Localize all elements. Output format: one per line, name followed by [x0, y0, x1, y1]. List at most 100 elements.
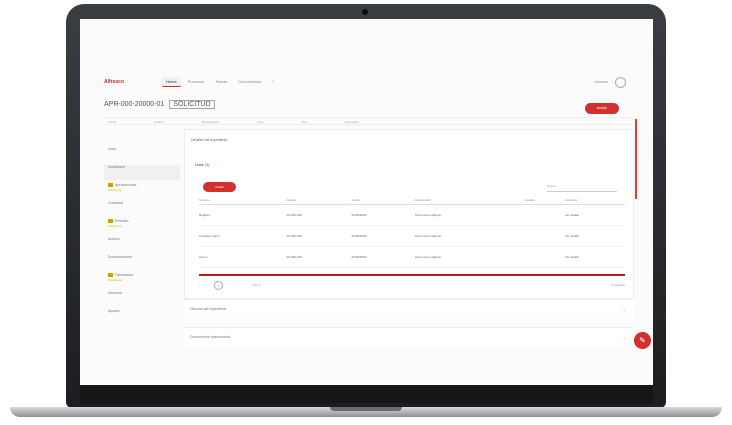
panel-count: (3)	[204, 162, 210, 167]
edit-fab-button[interactable]: ✎	[634, 332, 651, 349]
laptop-chin	[80, 385, 653, 403]
nav-item-tasks[interactable]: Tareas	[211, 77, 231, 87]
nav-item-documents[interactable]: Documentos	[234, 77, 264, 87]
table-cell: 00-000-000	[286, 204, 352, 226]
column-header[interactable]: Nombre	[199, 196, 287, 205]
laptop-screen: Alfresco Home Procesos Tareas Documentos…	[80, 19, 653, 385]
nav-item-add[interactable]: +	[268, 77, 278, 87]
sidebar-item-label: Archivo	[108, 237, 120, 241]
table-cell: 00/00/0000	[351, 204, 416, 226]
chevron-down-icon[interactable]: ⌄	[623, 335, 626, 340]
sidebar-item-label: Solicitudes	[108, 165, 125, 169]
sidebar-item-documentation[interactable]: Documentación	[104, 255, 180, 270]
toolbar-item[interactable]: Resultado	[345, 120, 359, 124]
sidebar-item-reports[interactable]: Informes	[104, 291, 180, 306]
column-header[interactable]: Fecha	[351, 196, 416, 205]
folder-icon	[108, 273, 113, 278]
current-page[interactable]: 1	[214, 280, 223, 290]
sidebar-item-label: Facturación	[115, 273, 134, 277]
sidebar-item-status: Pendiente	[108, 278, 122, 283]
table-cell: Anexo	[199, 246, 287, 268]
sidebar-item-settings[interactable]: Ajustes	[104, 309, 180, 324]
page-title: APR-000-20000-01 SOLICITUD	[104, 100, 215, 109]
sidebar-item[interactable]	[104, 129, 180, 144]
top-navbar: Alfresco Home Procesos Tareas Documentos…	[104, 77, 634, 91]
sidebar-item-label: Documentación	[108, 255, 133, 259]
app-logo[interactable]: Alfresco	[104, 79, 124, 85]
sidebar-item-approvals[interactable]: Aprobaciones Pendiente	[104, 183, 180, 198]
table-cell: 00/00/0000	[351, 246, 416, 268]
laptop-scene: Alfresco Home Procesos Tareas Documentos…	[0, 0, 732, 425]
toolbar-item[interactable]: Estado	[154, 120, 163, 124]
search-input[interactable]: Buscar	[547, 184, 617, 192]
scrollbar[interactable]	[635, 119, 637, 199]
sidebar-item-billing[interactable]: Facturación Pendiente	[104, 273, 180, 288]
section-related-documents[interactable]: Documentos relacionados ⌄	[184, 327, 634, 347]
table-cell: Documento adjunto	[415, 225, 526, 247]
page-title-ref: SOLICITUD	[169, 100, 215, 109]
table-cell: Documento adjunto	[415, 204, 526, 226]
chevron-down-icon[interactable]: ⌄	[623, 307, 626, 312]
sidebar-item-status: Pendiente	[108, 224, 122, 229]
section-label: Historial del expediente	[190, 307, 227, 311]
user-name[interactable]: Usuario	[594, 79, 608, 84]
webcam	[362, 9, 368, 15]
folder-icon	[108, 183, 113, 188]
table-cell-link[interactable]: Ver detalle	[564, 246, 625, 268]
sidebar-item-requests[interactable]: Solicitudes	[104, 165, 180, 180]
nav-item-processes[interactable]: Procesos	[184, 77, 209, 87]
panel-header: Detalles del expediente	[191, 138, 228, 142]
sidebar-item-home[interactable]: Inicio	[104, 147, 180, 162]
table-cell: Documento adjunto	[415, 246, 526, 268]
sidebar-item-review[interactable]: Revisión Pendiente	[104, 219, 180, 234]
nav-item-home[interactable]: Home	[162, 77, 181, 87]
avatar[interactable]	[615, 77, 626, 88]
toolbar-item[interactable]: Área	[257, 120, 263, 124]
table-cell	[525, 246, 565, 268]
pager-total: 3 registros	[610, 283, 625, 287]
column-header[interactable]: Descripción	[415, 196, 526, 205]
table-row[interactable]: Anexo 00-000-000 00/00/0000 Documento ad…	[199, 246, 625, 268]
app-window: Alfresco Home Procesos Tareas Documentos…	[80, 19, 653, 385]
table-divider	[199, 274, 625, 276]
main-nav: Home Procesos Tareas Documentos +	[162, 77, 278, 87]
table-cell-link[interactable]: Ver detalle	[564, 225, 625, 247]
table-row[interactable]: Contrato marco 00-000-000 00/00/0000 Doc…	[199, 225, 625, 247]
toolbar-item[interactable]: Fecha	[108, 120, 116, 124]
column-header[interactable]: Acciones	[564, 196, 625, 205]
toolbar-item[interactable]: Responsable	[202, 120, 220, 124]
laptop-base-notch	[330, 407, 402, 411]
panel-subtitle-text: Lista	[195, 162, 204, 167]
next-page-icon[interactable]: ›	[237, 283, 238, 287]
sidebar-item-label: Aprobaciones	[115, 183, 137, 187]
sidebar-item-label: Ajustes	[108, 309, 120, 313]
table-cell	[525, 225, 565, 247]
sidebar-item-contracts[interactable]: Contratos	[104, 201, 180, 216]
pagination: ‹ 1 › 1 de 3 3 registros	[199, 280, 625, 290]
primary-action-button[interactable]: Acción	[585, 103, 619, 114]
sidebar-item-label: Contratos	[108, 201, 124, 205]
add-button[interactable]: Añadir	[203, 182, 236, 192]
table-cell: Registro	[199, 204, 287, 226]
edit-icon: ✎	[639, 336, 646, 345]
filter-toolbar: Fecha Estado Responsable Área Tipo Resul…	[104, 117, 634, 125]
pager-info: 1 de 3	[252, 283, 261, 287]
table-cell: 00/00/0000	[351, 225, 416, 247]
table-cell-link[interactable]: Ver detalle	[564, 204, 625, 226]
column-header[interactable]: Estado	[525, 196, 565, 205]
folder-icon	[108, 219, 113, 224]
sidebar-item-status: Pendiente	[108, 188, 122, 193]
column-header[interactable]: Código	[286, 196, 352, 205]
page-title-text: APR-000-20000-01	[104, 101, 165, 108]
prev-page-icon[interactable]: ‹	[199, 283, 200, 287]
data-table: Nombre Código Fecha Descripción Estado A…	[199, 196, 625, 268]
sidebar-item-label: Revisión	[115, 219, 129, 223]
sidebar-item-archive[interactable]: Archivo	[104, 237, 180, 252]
table-row[interactable]: Registro 00-000-000 00/00/0000 Documento…	[199, 204, 625, 226]
section-label: Documentos relacionados	[190, 335, 231, 339]
toolbar-item[interactable]: Tipo	[302, 120, 308, 124]
table-cell: 00-000-000	[286, 225, 352, 247]
sidebar: Inicio Solicitudes Aprobaciones Pendiente…	[104, 129, 180, 359]
section-history[interactable]: Historial del expediente ⌄	[184, 299, 634, 319]
table-cell: 00-000-000	[286, 246, 352, 268]
